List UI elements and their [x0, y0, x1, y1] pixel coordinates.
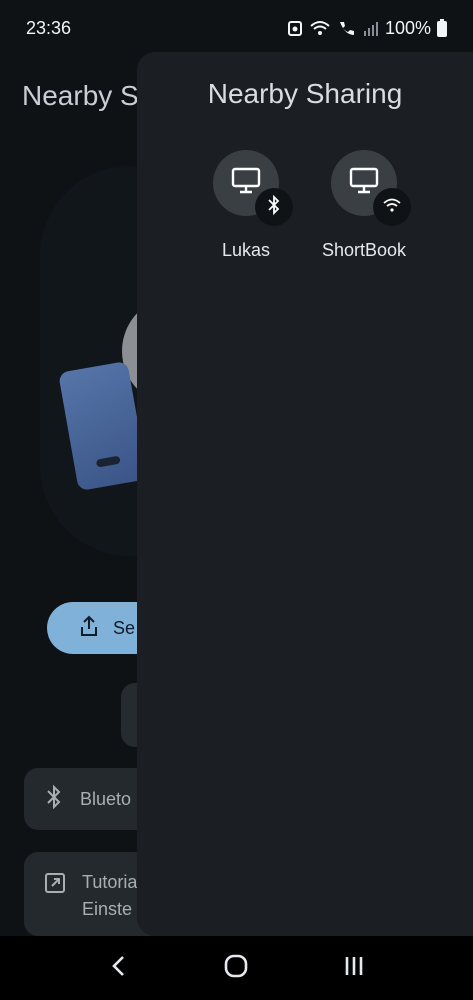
send-button-label: Se: [113, 617, 136, 638]
battery-percent: 100%: [384, 17, 431, 38]
device-avatar: [213, 150, 293, 226]
status-icons: 100%: [287, 18, 447, 39]
device-name: Lukas: [221, 240, 271, 260]
back-icon: [109, 954, 129, 983]
device-name: ShortBook: [321, 240, 407, 260]
external-link-icon: [44, 872, 66, 899]
recents-button[interactable]: [334, 948, 374, 988]
tutorial-card-line2: Einste: [82, 899, 133, 919]
recents-icon: [342, 954, 366, 983]
device-avatar: [331, 150, 411, 226]
sheet-title: Nearby Sharing: [207, 78, 403, 109]
device-connection-badge: [255, 188, 293, 226]
home-icon: [223, 953, 249, 984]
tutorial-card-text: Tutoria Einste: [82, 872, 137, 920]
bluetooth-icon: [267, 194, 281, 220]
background-title: Nearby S: [22, 80, 139, 111]
device-shortbook[interactable]: ShortBook: [309, 150, 419, 261]
device-lukas[interactable]: Lukas: [191, 150, 301, 261]
illustration-phone-slot: [95, 455, 121, 468]
device-connection-badge: [373, 188, 411, 226]
bluetooth-card-label: Blueto: [80, 788, 132, 809]
monitor-icon: [231, 167, 261, 200]
nearby-sharing-sheet: Nearby Sharing Lukas ShortBook: [137, 52, 473, 936]
signal-icon: [363, 19, 379, 37]
status-time: 23:36: [26, 17, 72, 38]
back-button[interactable]: [99, 948, 139, 988]
wifi-calling-icon: [309, 19, 331, 37]
home-button[interactable]: [216, 948, 256, 988]
bluetooth-icon: [44, 784, 64, 815]
navigation-bar: [0, 936, 473, 1000]
android-notification-icon: [287, 19, 303, 37]
share-icon: [79, 615, 99, 642]
wifi-icon: [382, 197, 402, 218]
status-bar: 23:36 100%: [0, 0, 473, 56]
battery-icon: [437, 19, 447, 37]
volte-call-icon: [337, 19, 357, 37]
tutorial-card-line1: Tutoria: [82, 872, 138, 892]
monitor-icon: [349, 167, 379, 200]
